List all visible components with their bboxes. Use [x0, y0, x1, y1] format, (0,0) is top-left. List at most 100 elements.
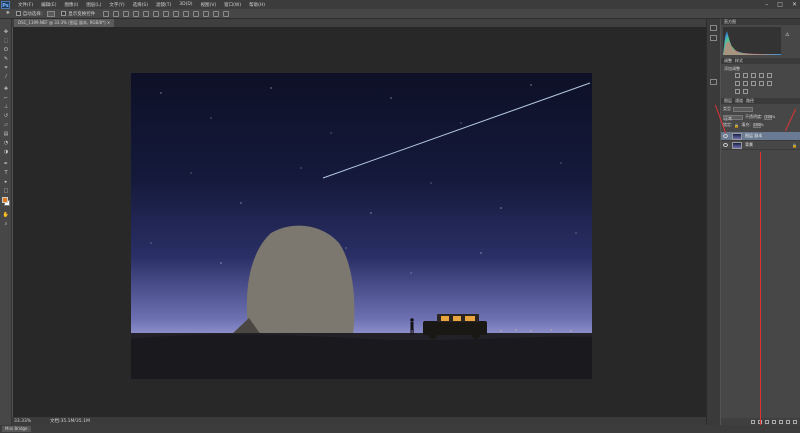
auto-select-option[interactable]: 自动选择： — [15, 10, 56, 17]
menu-filter[interactable]: 滤镜(T) — [156, 2, 171, 8]
warning-icon[interactable]: ⚠ — [785, 32, 789, 38]
canvas-area[interactable] — [13, 27, 706, 417]
black-white-icon[interactable] — [751, 81, 756, 86]
properties-panel-icon[interactable] — [710, 79, 717, 85]
menu-view[interactable]: 视图(V) — [201, 2, 217, 8]
zoom-icon[interactable]: ⌕ — [2, 221, 10, 227]
menu-edit[interactable]: 编辑(E) — [41, 2, 56, 8]
history-brush-icon[interactable]: ↺ — [2, 113, 10, 119]
history-panel-icon[interactable] — [710, 25, 717, 31]
color-balance-icon[interactable] — [743, 81, 748, 86]
exposure-icon[interactable] — [759, 73, 764, 78]
distribute-bottom-icon[interactable] — [183, 10, 190, 17]
posterize-icon[interactable] — [743, 89, 748, 94]
tab-paths[interactable]: 路径 — [746, 98, 754, 104]
distribute-middle-icon[interactable] — [173, 10, 180, 17]
menu-image[interactable]: 图像(I) — [64, 2, 78, 8]
tab-channels[interactable]: 通道 — [735, 98, 743, 104]
path-select-icon[interactable]: ▸ — [2, 179, 10, 185]
hand-icon[interactable]: ✋ — [2, 212, 10, 218]
add-adjustment-label: 添加调整 — [724, 66, 740, 71]
trash-icon[interactable] — [793, 419, 797, 424]
levels-icon[interactable] — [743, 73, 748, 78]
menu-file[interactable]: 文件(F) — [18, 2, 33, 8]
mini-bridge-tab[interactable]: Mini Bridge — [2, 426, 31, 432]
distribute-left-icon[interactable] — [193, 10, 200, 17]
hue-sat-icon[interactable] — [735, 81, 740, 86]
align-left-icon[interactable] — [133, 10, 140, 17]
opacity-field[interactable]: 100% — [764, 114, 775, 120]
histogram-svg — [723, 31, 781, 55]
menu-window[interactable]: 窗口(W) — [224, 2, 241, 8]
maximize-button[interactable]: □ — [777, 1, 783, 8]
crop-icon[interactable]: ⌗ — [2, 65, 10, 71]
eyedropper-icon[interactable]: ⁄ — [2, 74, 10, 80]
move-tool-preset[interactable]: ✥ — [6, 11, 10, 16]
menu-3d[interactable]: 3D(D) — [179, 2, 192, 7]
invert-icon[interactable] — [735, 89, 740, 94]
quick-select-icon[interactable]: ✎ — [2, 56, 10, 62]
brush-icon[interactable]: ⌐ — [2, 95, 10, 101]
blur-icon[interactable]: ◔ — [2, 140, 10, 146]
dodge-icon[interactable]: ◑ — [2, 149, 10, 155]
show-transform-option[interactable]: 显示变换控件 — [61, 11, 95, 17]
align-top-icon[interactable] — [103, 10, 110, 17]
new-layer-icon[interactable] — [786, 419, 790, 424]
distribute-top-icon[interactable] — [163, 10, 170, 17]
zoom-level[interactable]: 33.33% — [14, 419, 31, 424]
type-icon[interactable]: T — [2, 170, 10, 176]
align-right-icon[interactable] — [153, 10, 160, 17]
group-icon[interactable] — [779, 419, 783, 424]
healing-icon[interactable]: ✚ — [2, 86, 10, 92]
eraser-icon[interactable]: ▱ — [2, 122, 10, 128]
auto-select-dropdown[interactable] — [47, 10, 56, 17]
tab-layers[interactable]: 图层 — [724, 98, 732, 104]
fill-field[interactable]: 100% — [752, 122, 764, 128]
photo-filter-icon[interactable] — [759, 81, 764, 86]
tab-adjustments[interactable]: 调整 — [724, 58, 732, 64]
tab-histogram[interactable]: 直方图 — [724, 19, 736, 25]
tools-panel: ✥ ⬚ ʘ ✎ ⌗ ⁄ ✚ ⌐ ⊥ ↺ ▱ ▤ ◔ ◑ ✒ T ▸ □ ✋ ⌕ — [0, 19, 12, 425]
blend-mode-select[interactable]: 正常 — [723, 114, 743, 121]
distribute-center-icon[interactable] — [203, 10, 210, 17]
auto-select-checkbox[interactable] — [15, 11, 21, 16]
vibrance-icon[interactable] — [767, 73, 772, 78]
move-icon[interactable]: ✥ — [2, 29, 10, 35]
align-bottom-icon[interactable] — [123, 10, 130, 17]
curves-icon[interactable] — [751, 73, 756, 78]
3d-mode-icon[interactable] — [223, 10, 230, 17]
document-tab[interactable]: DSC_1199.NEF @ 33.3% (图层 副本, RGB/8*) ✕ — [14, 19, 115, 27]
menu-help[interactable]: 帮助(H) — [249, 2, 265, 8]
link-icon[interactable] — [751, 419, 755, 424]
pen-icon[interactable]: ✒ — [2, 161, 10, 167]
marquee-icon[interactable]: ⬚ — [2, 38, 10, 44]
minimize-button[interactable]: – — [765, 1, 768, 8]
show-transform-checkbox[interactable] — [61, 11, 67, 16]
menu-select[interactable]: 选择(S) — [133, 2, 148, 8]
lock-icon[interactable]: 🔒 — [734, 123, 739, 128]
visibility-eye-icon[interactable] — [723, 134, 728, 138]
brightness-icon[interactable] — [735, 73, 740, 78]
layer-filter-select[interactable] — [733, 106, 753, 112]
gradient-icon[interactable]: ▤ — [2, 131, 10, 137]
lasso-icon[interactable]: ʘ — [2, 47, 10, 53]
menu-type[interactable]: 文字(Y) — [109, 2, 124, 8]
shape-icon[interactable]: □ — [2, 188, 10, 194]
layer-row[interactable]: 图层 副本 — [721, 132, 800, 141]
layer-row[interactable]: 背景 🔒 — [721, 141, 800, 150]
document-info[interactable]: 文档:35.1M/35.1M — [50, 418, 90, 424]
adjustment-layer-icon[interactable] — [772, 419, 776, 424]
visibility-eye-icon[interactable] — [723, 143, 728, 147]
align-center-icon[interactable] — [143, 10, 150, 17]
actions-panel-icon[interactable] — [710, 35, 717, 41]
distribute-right-icon[interactable] — [213, 10, 220, 17]
menu-layer[interactable]: 图层(L) — [86, 2, 101, 8]
channel-mixer-icon[interactable] — [767, 81, 772, 86]
lock-row: 锁定: 🔒 填充: 100% — [723, 122, 764, 128]
stamp-icon[interactable]: ⊥ — [2, 104, 10, 110]
close-button[interactable]: ✕ — [792, 1, 797, 8]
mask-icon[interactable] — [765, 419, 769, 424]
tab-styles[interactable]: 样式 — [735, 58, 743, 64]
foreground-color-swatch[interactable] — [2, 197, 8, 203]
align-middle-icon[interactable] — [113, 10, 120, 17]
